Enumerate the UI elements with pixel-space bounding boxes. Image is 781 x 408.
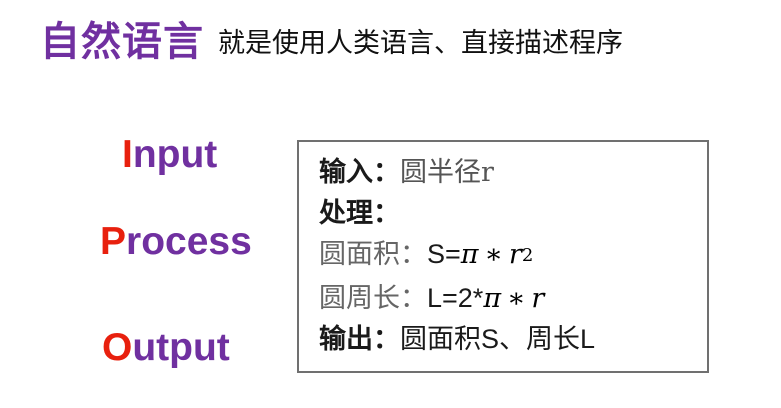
ipo-output-initial: O (102, 326, 133, 369)
algorithm-perimeter-line: 圆周长： L=2* π ∗ r (319, 278, 707, 319)
algorithm-input-line: 输入： 圆半径r (319, 152, 707, 193)
perimeter-multiply-symbol: ∗ (507, 283, 526, 314)
title-subtitle: 就是使用人类语言、直接描述程序 (218, 28, 623, 59)
input-label: 输入： (319, 157, 400, 188)
area-formula-prefix: S= (427, 239, 461, 269)
ipo-input-label: Input (122, 133, 217, 177)
ipo-process-label: Process (100, 220, 252, 264)
ipo-process-initial: P (100, 220, 127, 263)
ipo-input-initial: I (122, 133, 133, 176)
algorithm-output-line: 输出： 圆面积S、周长L (319, 319, 707, 360)
area-multiply-symbol: ∗ (484, 239, 503, 270)
perimeter-label: 圆周长： (319, 283, 427, 314)
process-label: 处理： (319, 198, 400, 229)
input-text: 圆半径r (400, 157, 494, 188)
perimeter-pi-symbol: π (483, 283, 502, 314)
area-label: 圆面积： (319, 239, 427, 270)
algorithm-area-line: 圆面积： S= π ∗ r 2 (319, 234, 707, 278)
ipo-output-rest: utput (132, 326, 230, 369)
perimeter-radius-symbol: r (531, 283, 545, 314)
ipo-output-label: Output (102, 326, 230, 370)
title-row: 自然语言 就是使用人类语言、直接描述程序 (40, 18, 623, 66)
output-text: 圆面积S、周长L (400, 324, 596, 354)
output-label: 输出： (319, 324, 400, 355)
algorithm-process-line: 处理： (319, 193, 707, 234)
perimeter-formula-prefix: L=2* (427, 283, 484, 313)
title-main: 自然语言 (40, 19, 204, 65)
area-exponent: 2 (521, 245, 534, 266)
area-pi-symbol: π (460, 239, 479, 270)
ipo-input-rest: nput (132, 133, 218, 176)
algorithm-box: 输入： 圆半径r 处理： 圆面积： S= π ∗ r 2 圆周长： L=2* π… (297, 140, 709, 373)
ipo-process-rest: rocess (126, 220, 252, 263)
area-radius-symbol: r (508, 239, 522, 270)
